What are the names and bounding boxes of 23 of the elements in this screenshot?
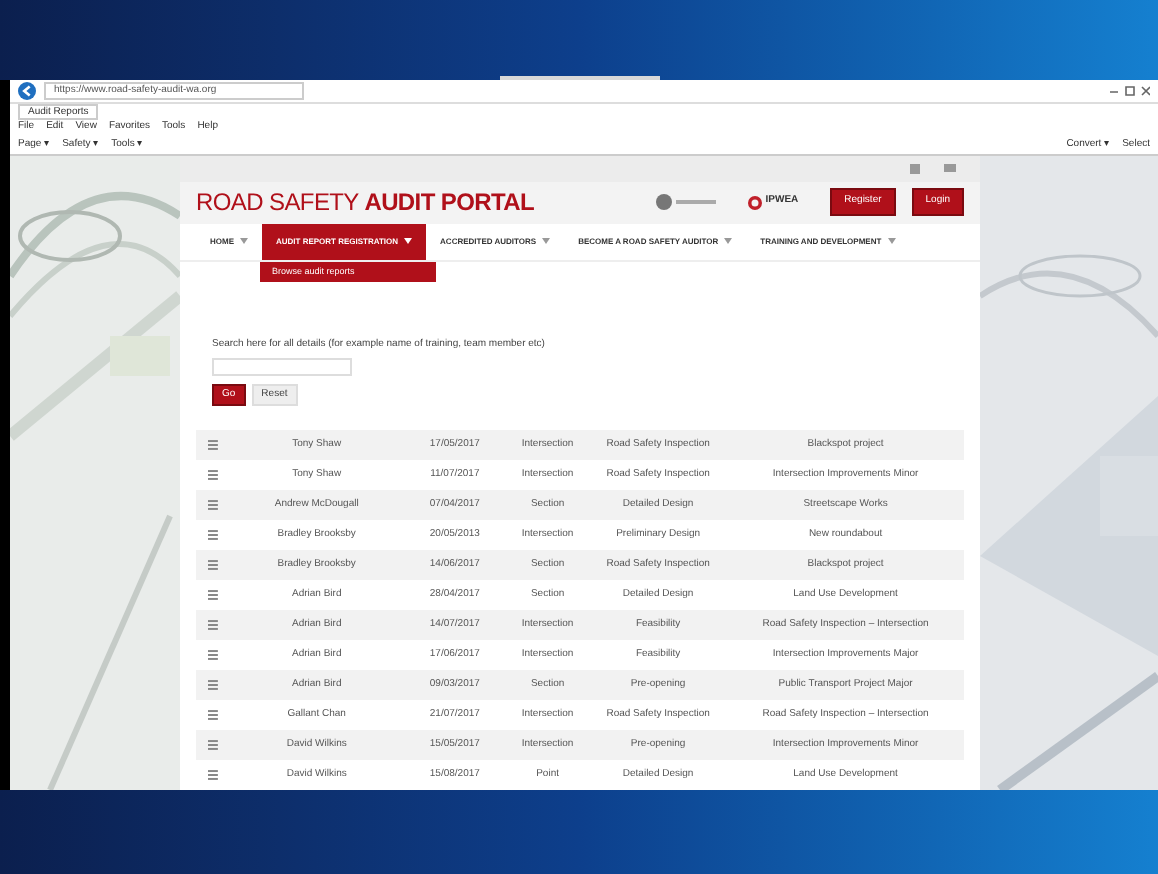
window-controls-icon[interactable] bbox=[1110, 86, 1150, 96]
caret-icon bbox=[542, 238, 551, 245]
list-icon[interactable] bbox=[208, 470, 218, 480]
portal-title: ROAD SAFETY AUDIT PORTAL bbox=[196, 186, 535, 221]
list-icon[interactable] bbox=[208, 650, 218, 660]
list-icon[interactable] bbox=[208, 590, 218, 600]
caret-icon bbox=[240, 238, 248, 245]
list-icon[interactable] bbox=[208, 560, 218, 570]
list-icon[interactable] bbox=[208, 530, 218, 540]
list-icon[interactable] bbox=[208, 740, 218, 750]
swirl-logo-icon bbox=[655, 194, 716, 211]
caret-icon bbox=[404, 238, 413, 245]
list-icon[interactable] bbox=[208, 770, 218, 780]
back-icon[interactable] bbox=[18, 82, 36, 100]
list-icon[interactable] bbox=[208, 680, 218, 690]
caret-icon bbox=[887, 238, 896, 245]
list-icon[interactable] bbox=[208, 500, 218, 510]
list-icon[interactable] bbox=[208, 440, 218, 450]
list-icon[interactable] bbox=[208, 620, 218, 630]
ring-logo-icon bbox=[747, 195, 762, 210]
caret-icon bbox=[724, 238, 733, 245]
list-icon[interactable] bbox=[208, 710, 218, 720]
search-field[interactable] bbox=[212, 357, 352, 375]
